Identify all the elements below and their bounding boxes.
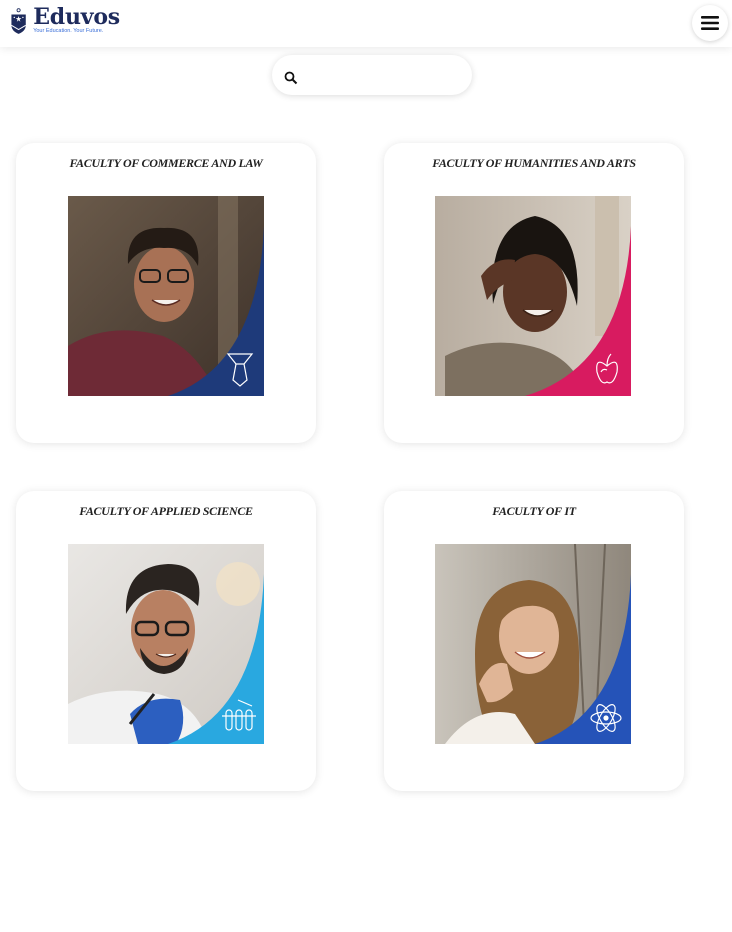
faculty-photo[interactable] [435, 196, 631, 396]
faculty-card-it[interactable]: FACULTY OF IT [384, 491, 684, 791]
hamburger-menu-icon [701, 16, 719, 30]
search-icon[interactable] [284, 71, 298, 85]
faculty-card-applied-science[interactable]: FACULTY OF APPLIED SCIENCE [16, 491, 316, 791]
faculty-card-commerce-law[interactable]: FACULTY OF COMMERCE AND LAW [16, 143, 316, 443]
faculty-card-humanities-arts[interactable]: FACULTY OF HUMANITIES AND ARTS [384, 143, 684, 443]
faculty-title[interactable]: FACULTY OF APPLIED SCIENCE [16, 504, 316, 519]
menu-button[interactable] [692, 5, 728, 41]
crest-icon [11, 8, 27, 34]
faculty-photo[interactable] [68, 544, 264, 744]
search-input[interactable] [306, 64, 458, 86]
site-header: Eduvos Your Education. Your Future. [0, 0, 732, 47]
faculty-title[interactable]: FACULTY OF HUMANITIES AND ARTS [384, 156, 684, 171]
faculty-photo[interactable] [68, 196, 264, 396]
search-bar[interactable] [272, 55, 472, 95]
faculty-photo[interactable] [435, 544, 631, 744]
faculty-title[interactable]: FACULTY OF IT [384, 504, 684, 519]
eduvos-logo[interactable]: Eduvos Your Education. Your Future. [10, 3, 120, 41]
faculty-title[interactable]: FACULTY OF COMMERCE AND LAW [16, 156, 316, 171]
brand-name: Eduvos [33, 4, 120, 30]
